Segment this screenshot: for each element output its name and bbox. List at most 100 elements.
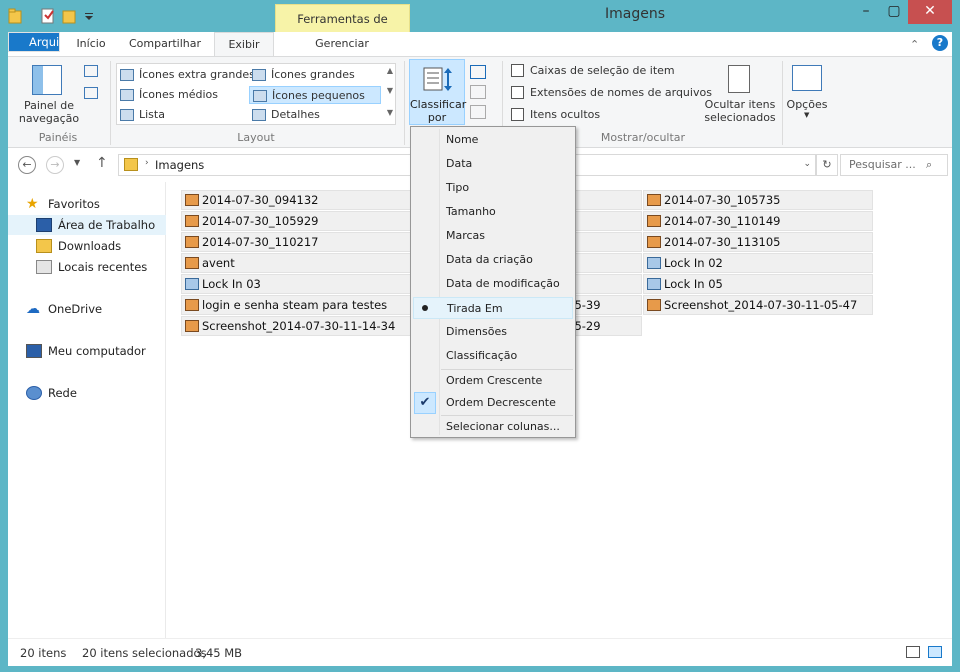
chevron-down-icon: ▼ xyxy=(804,111,810,119)
sort-menu-item[interactable]: Nome xyxy=(413,129,573,151)
sort-descending-item[interactable]: Ordem Decrescente xyxy=(413,392,573,414)
sort-menu-item[interactable]: Marcas xyxy=(413,225,573,247)
folder-icon[interactable] xyxy=(8,6,24,26)
sort-ascending-item[interactable]: Ordem Crescente xyxy=(413,370,573,392)
gallery-down-icon[interactable]: ▼ xyxy=(387,86,393,95)
close-button[interactable]: ✕ xyxy=(908,0,952,24)
file-item[interactable]: 2014-07-30_110217 xyxy=(181,232,411,252)
item-count: 20 itens xyxy=(20,646,67,660)
navigation-pane-button[interactable]: Painel de navegação xyxy=(14,99,84,125)
minimize-button[interactable]: – xyxy=(852,0,880,24)
sort-menu-item[interactable]: Data xyxy=(413,153,573,175)
sort-menu-item[interactable]: Classificação xyxy=(413,345,573,367)
layout-medium-icons[interactable]: Ícones médios xyxy=(117,86,218,104)
nav-item-computer[interactable]: Meu computador xyxy=(8,341,166,361)
file-item[interactable]: Screenshot_2014-07-30-11-14-34 xyxy=(181,316,411,336)
sort-menu-item[interactable]: Data de modificação xyxy=(413,273,573,295)
file-item[interactable]: 2014-07-30_105735 xyxy=(643,190,873,210)
properties-icon[interactable] xyxy=(40,6,56,26)
layout-small-icons[interactable]: Ícones pequenos xyxy=(249,86,381,104)
sort-menu-item[interactable]: Tipo xyxy=(413,177,573,199)
navigation-pane-icon[interactable] xyxy=(32,65,62,95)
details-pane-icon[interactable] xyxy=(84,87,98,99)
image-file-icon xyxy=(185,236,199,248)
choose-columns-item[interactable]: Selecionar colunas... xyxy=(413,416,573,438)
image-file-icon xyxy=(647,299,661,311)
sort-by-button[interactable]: Classificar por xyxy=(409,59,466,125)
extra-large-icons-icon xyxy=(120,69,134,81)
tab-share[interactable]: Compartilhar xyxy=(120,32,210,56)
image-file-icon xyxy=(647,257,661,269)
image-file-icon xyxy=(647,278,661,290)
layout-extra-large-icons[interactable]: Ícones extra grandes xyxy=(117,66,255,84)
refresh-icon[interactable]: ↻ xyxy=(816,154,838,176)
sort-by-icon xyxy=(423,67,452,91)
file-extensions-checkbox[interactable] xyxy=(511,86,524,99)
image-file-icon xyxy=(185,257,199,269)
file-item[interactable]: 2014-07-30_113105 xyxy=(643,232,873,252)
navigation-pane: ★ Favoritos Área de Trabalho Downloads Lo… xyxy=(8,182,166,638)
network-icon xyxy=(26,386,42,400)
search-icon[interactable]: ⌕ xyxy=(926,158,932,172)
details-icon xyxy=(252,109,266,121)
gallery-more-icon[interactable]: ▼ xyxy=(387,108,393,117)
ribbon-tabs: Arquivo Início Compartilhar Exibir Geren… xyxy=(8,32,952,56)
folder-icon xyxy=(124,158,138,171)
sort-menu-item[interactable]: Tamanho xyxy=(413,201,573,223)
layout-details[interactable]: Detalhes xyxy=(249,106,320,124)
maximize-button[interactable]: ▢ xyxy=(880,0,908,24)
collapse-ribbon-icon[interactable]: ⌃ xyxy=(910,38,919,51)
help-icon[interactable]: ? xyxy=(932,35,948,51)
nav-item-favorites[interactable]: ★ Favoritos xyxy=(8,194,166,214)
group-by-icon[interactable] xyxy=(470,65,486,79)
file-item[interactable]: Lock In 03 xyxy=(181,274,411,294)
large-icons-view-icon[interactable] xyxy=(928,646,942,658)
customize-quick-access-icon[interactable] xyxy=(84,6,94,26)
tab-home[interactable]: Início xyxy=(66,32,116,56)
tab-manage[interactable]: Gerenciar xyxy=(276,32,408,56)
new-folder-icon[interactable] xyxy=(62,6,78,26)
file-item[interactable]: 2014-07-30_110149 xyxy=(643,211,873,231)
details-view-icon[interactable] xyxy=(906,646,920,658)
image-file-icon xyxy=(647,194,661,206)
nav-item-network[interactable]: Rede xyxy=(8,383,166,403)
chevron-right-icon[interactable]: › xyxy=(145,158,149,168)
hide-selected-button[interactable]: Ocultar itens selecionados xyxy=(700,98,780,124)
file-item[interactable]: Screenshot_2014-07-30-11-05-47 xyxy=(643,295,873,315)
item-checkboxes-checkbox[interactable] xyxy=(511,64,524,77)
nav-item-downloads[interactable]: Downloads xyxy=(8,236,166,256)
file-item[interactable]: login e senha steam para testes xyxy=(181,295,411,315)
gallery-up-icon[interactable]: ▲ xyxy=(387,66,393,75)
computer-icon xyxy=(26,344,42,358)
recent-locations-icon[interactable]: ▼ xyxy=(74,158,80,167)
breadcrumb-imagens[interactable]: Imagens xyxy=(155,158,204,172)
add-columns-icon xyxy=(470,85,486,99)
back-button[interactable]: ← xyxy=(18,156,36,174)
status-bar: 20 itens 20 itens selecionados 3,45 MB xyxy=(8,638,952,666)
hide-selected-icon[interactable] xyxy=(728,65,750,93)
layout-list[interactable]: Lista xyxy=(117,106,165,124)
layout-large-icons[interactable]: Ícones grandes xyxy=(249,66,355,84)
file-item[interactable]: 2014-07-30_105929 xyxy=(181,211,411,231)
nav-item-recent[interactable]: Locais recentes xyxy=(8,257,166,277)
file-item[interactable]: avent xyxy=(181,253,411,273)
sort-menu-item[interactable]: Dimensões xyxy=(413,321,573,343)
group-label-panes: Painéis xyxy=(38,131,78,144)
tab-file[interactable]: Arquivo xyxy=(8,32,60,52)
file-item[interactable]: Lock In 02 xyxy=(643,253,873,273)
sort-menu-item[interactable]: Data da criação xyxy=(413,249,573,271)
sort-menu-item-selected[interactable]: Tirada Em xyxy=(413,297,573,319)
hidden-items-checkbox[interactable] xyxy=(511,108,524,121)
nav-item-desktop[interactable]: Área de Trabalho xyxy=(8,215,166,235)
up-button[interactable]: ↑ xyxy=(96,155,108,171)
file-item[interactable]: Lock In 05 xyxy=(643,274,873,294)
file-item[interactable]: 2014-07-30_094132 xyxy=(181,190,411,210)
chevron-down-icon[interactable]: ⌄ xyxy=(803,159,811,169)
forward-button[interactable]: → xyxy=(46,156,64,174)
nav-item-onedrive[interactable]: ☁ OneDrive xyxy=(8,299,166,319)
options-icon[interactable] xyxy=(792,65,822,91)
options-button[interactable]: Opções xyxy=(786,98,828,111)
selected-size: 3,45 MB xyxy=(195,646,243,660)
tab-view[interactable]: Exibir xyxy=(214,32,274,56)
preview-pane-icon[interactable] xyxy=(84,65,98,77)
